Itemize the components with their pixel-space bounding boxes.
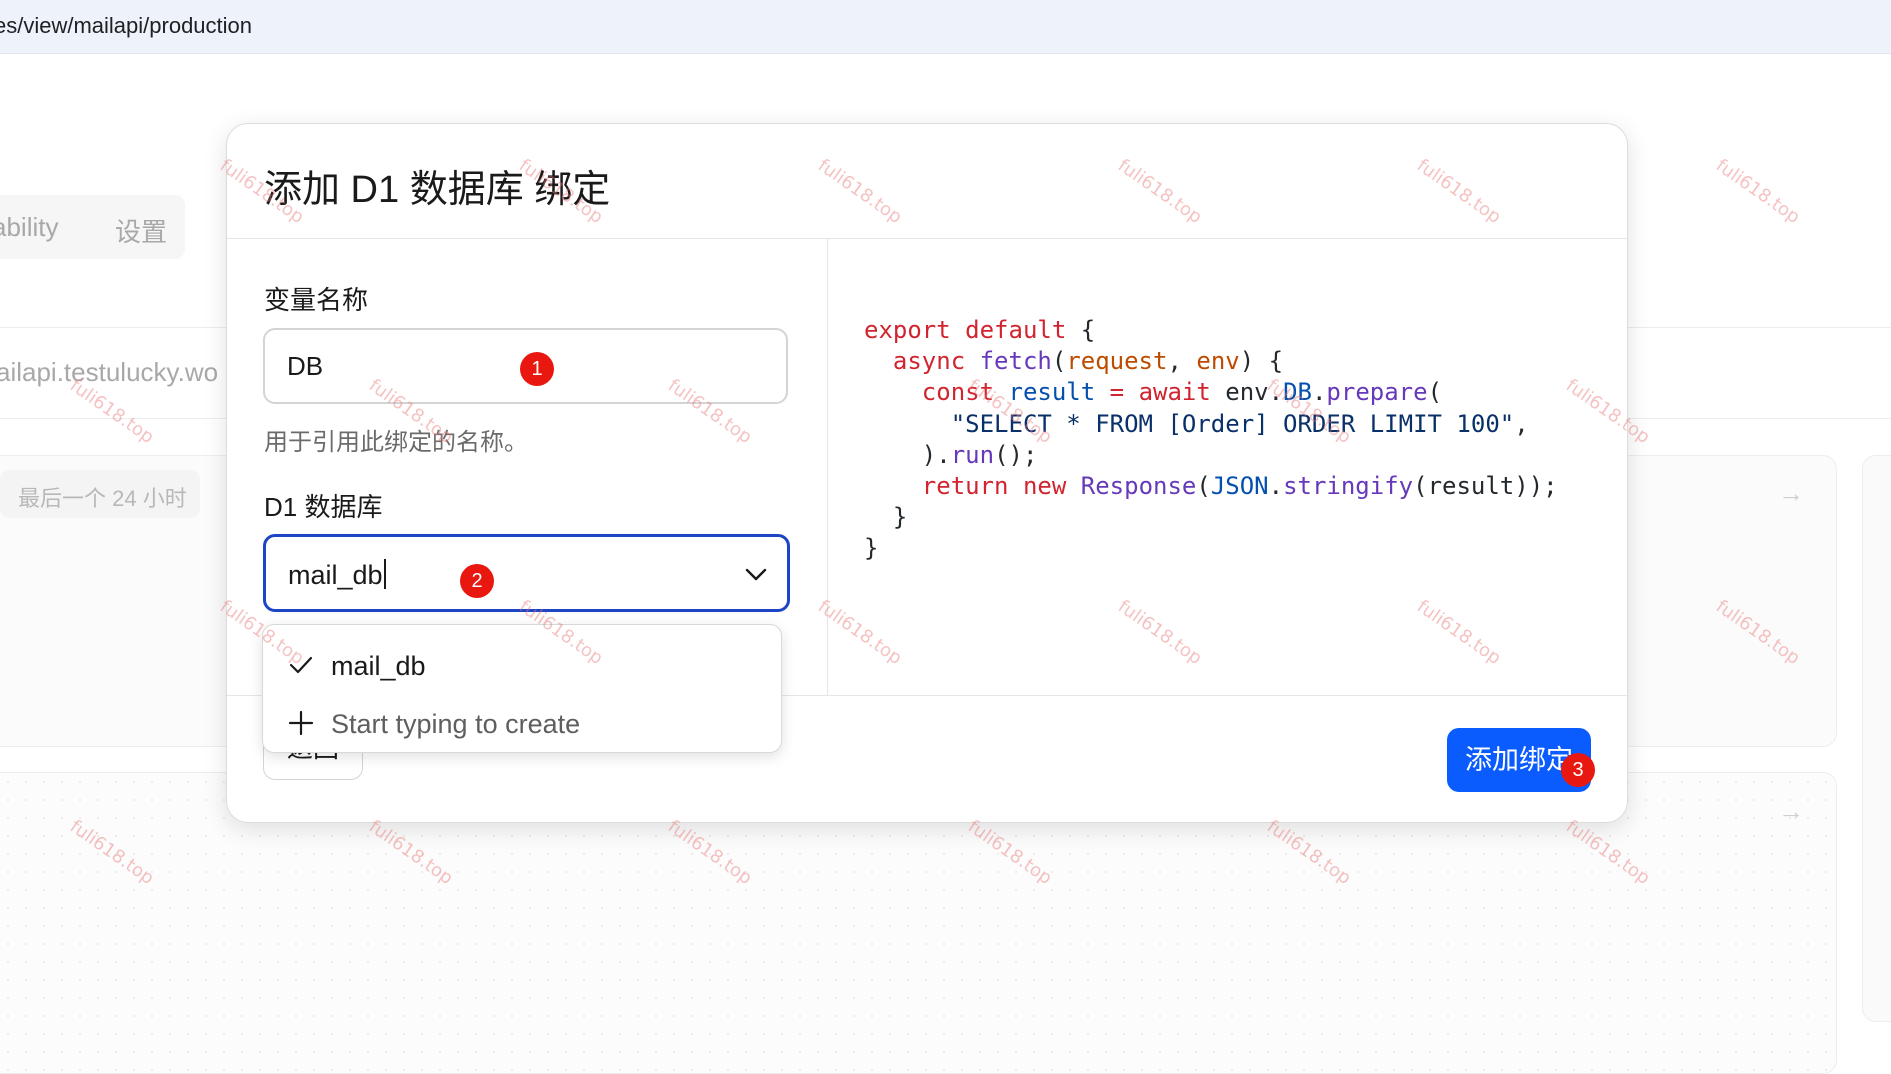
code-token: return (921, 472, 1009, 501)
d1-database-value[interactable]: mail_db (288, 559, 386, 591)
dialog-column-divider (827, 239, 828, 695)
code-token: const (921, 378, 995, 407)
d1-database-label: D1 数据库 (264, 492, 383, 522)
option-mail-db[interactable]: mail_db (263, 637, 783, 693)
background-side-card (1862, 455, 1891, 1022)
code-token: ) { (1239, 347, 1284, 376)
code-example: export default { async fetch(request, en… (864, 316, 1558, 563)
code-token: default (965, 316, 1067, 344)
code-token: export (864, 316, 951, 344)
code-token: env (1196, 347, 1240, 376)
arrow-right-icon[interactable]: → (1778, 796, 1804, 827)
option-label: mail_db (331, 651, 426, 681)
code-token: result (1427, 472, 1515, 501)
code-token: new (1022, 472, 1067, 501)
code-token: Response (1080, 472, 1197, 501)
code-token: = (1109, 378, 1125, 407)
step-badge-1: 1 (520, 352, 554, 386)
dialog-title: 添加 D1 数据库 绑定 (264, 169, 611, 211)
code-token: DB (1283, 378, 1312, 407)
code-token: "SELECT * FROM [Order] ORDER LIMIT 100" (950, 409, 1515, 438)
background-range-label: 最后一个 24 小时 (18, 486, 187, 511)
code-token: request (1066, 347, 1168, 376)
url-text[interactable]: es/view/mailapi/production (0, 13, 252, 39)
code-token: prepare (1326, 378, 1428, 407)
text-cursor (383, 559, 386, 589)
code-token: await (1138, 378, 1211, 407)
code-token: async (892, 347, 966, 376)
code-token: run (950, 440, 995, 469)
browser-url-bar[interactable]: es/view/mailapi/production (0, 0, 1891, 54)
background-tab-settings[interactable]: 设置 (115, 212, 167, 249)
variable-name-help: 用于引用此绑定的名称。 (264, 429, 528, 456)
check-icon (289, 656, 313, 674)
variable-name-label: 变量名称 (264, 285, 369, 315)
background-domain: ailapi.testulucky.wo (0, 357, 219, 387)
arrow-right-icon[interactable]: → (1778, 478, 1804, 509)
step-badge-3: 3 (1561, 753, 1595, 787)
code-token: JSON (1210, 472, 1269, 501)
code-token: stringify (1283, 472, 1414, 501)
code-token: env. (1225, 378, 1284, 407)
option-start-typing-to-create[interactable]: Start typing to create (263, 695, 783, 751)
plus-icon (288, 710, 314, 736)
option-label: Start typing to create (331, 709, 581, 739)
code-token: fetch (979, 347, 1052, 376)
code-token: { (1080, 316, 1096, 344)
dialog-header-divider (227, 238, 1627, 239)
d1-database-options: mail_db Start typing to create (262, 624, 782, 753)
code-token: result (1008, 378, 1096, 407)
step-badge-2: 2 (460, 564, 494, 598)
d1-database-combobox[interactable]: mail_db (263, 534, 790, 612)
background-tab-observability[interactable]: ability (0, 212, 58, 243)
chevron-down-icon[interactable] (743, 562, 769, 586)
